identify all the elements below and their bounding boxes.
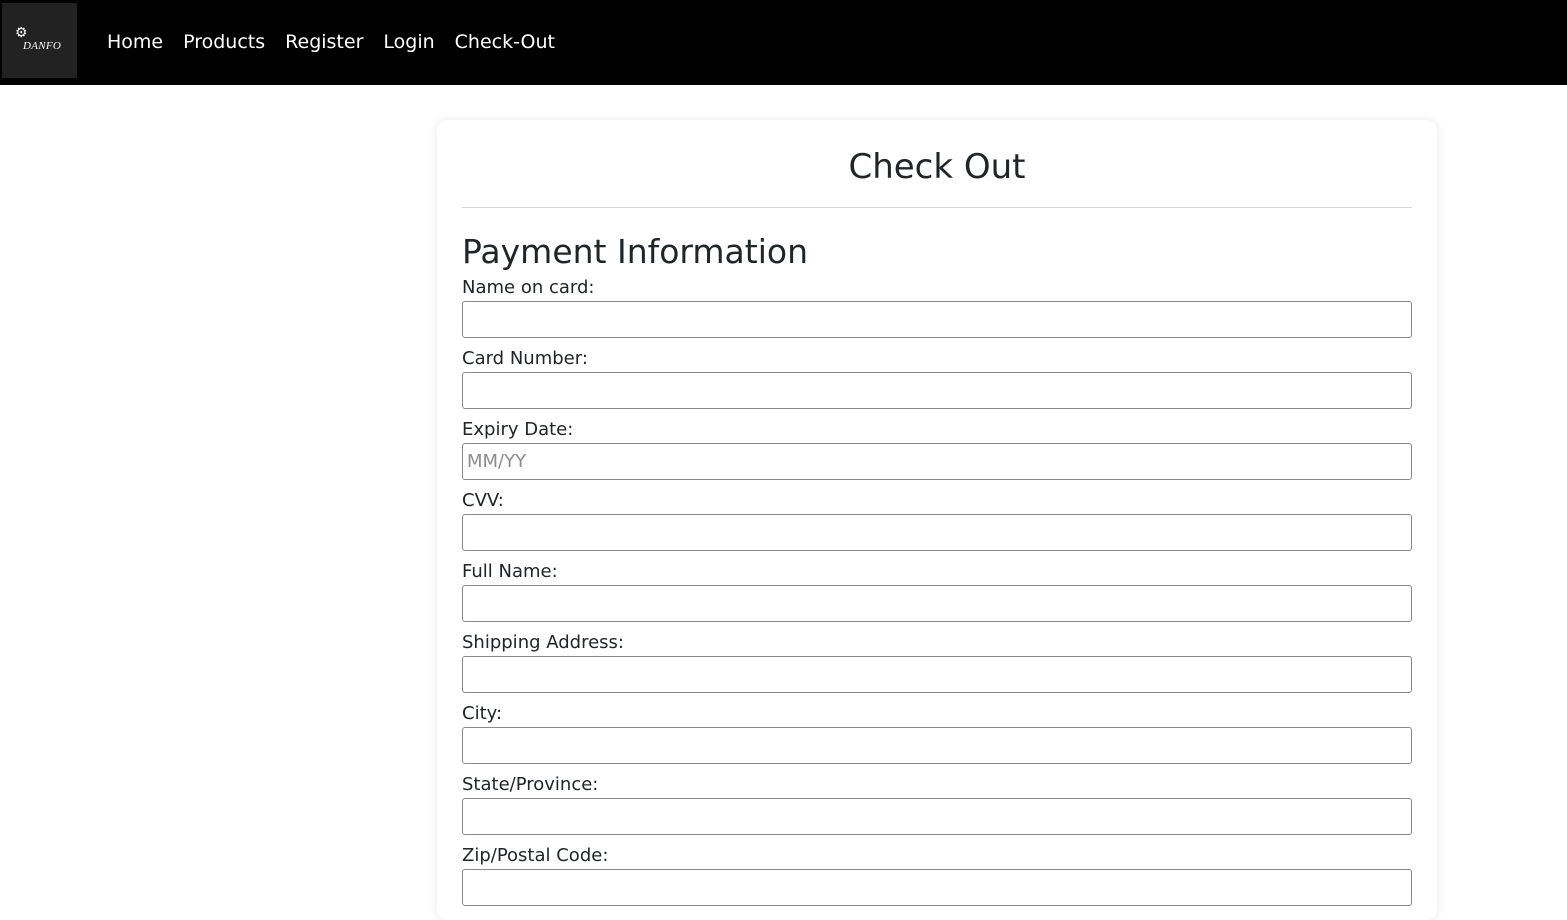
name-on-card-input[interactable]: [462, 301, 1412, 338]
logo[interactable]: ⚙ DANFO: [2, 3, 77, 78]
state-province-input[interactable]: [462, 798, 1412, 835]
city-input[interactable]: [462, 727, 1412, 764]
name-on-card-label: Name on card:: [462, 277, 595, 298]
nav-link-register[interactable]: Register: [285, 29, 363, 55]
nav-link-home[interactable]: Home: [107, 29, 163, 55]
nav-link-products[interactable]: Products: [183, 29, 265, 55]
city-label: City:: [462, 703, 503, 724]
cvv-label: CVV:: [462, 490, 504, 511]
nav-link-login[interactable]: Login: [383, 29, 434, 55]
zip-postal-code-label: Zip/Postal Code:: [462, 845, 609, 866]
state-province-label: State/Province:: [462, 774, 599, 795]
expiry-date-label: Expiry Date:: [462, 419, 574, 440]
nav-links: Home Products Register Login Check-Out: [107, 29, 555, 55]
section-title: Payment Information: [462, 232, 808, 271]
expiry-date-input[interactable]: [462, 443, 1412, 480]
card-number-input[interactable]: [462, 372, 1412, 409]
nav-link-checkout[interactable]: Check-Out: [455, 29, 555, 55]
bicycle-icon: ⚙: [15, 25, 28, 41]
page-title: Check Out: [848, 147, 1026, 187]
shipping-address-input[interactable]: [462, 656, 1412, 693]
zip-postal-code-input[interactable]: [462, 869, 1412, 906]
card-number-label: Card Number:: [462, 348, 588, 369]
title-divider: [462, 207, 1412, 208]
full-name-input[interactable]: [462, 585, 1412, 622]
navbar: ⚙ DANFO Home Products Register Login Che…: [0, 0, 1567, 85]
checkout-card: Check Out Payment Information Name on ca…: [437, 120, 1437, 920]
full-name-label: Full Name:: [462, 561, 558, 582]
logo-text: DANFO: [23, 40, 62, 52]
cvv-input[interactable]: [462, 514, 1412, 551]
shipping-address-label: Shipping Address:: [462, 632, 624, 653]
